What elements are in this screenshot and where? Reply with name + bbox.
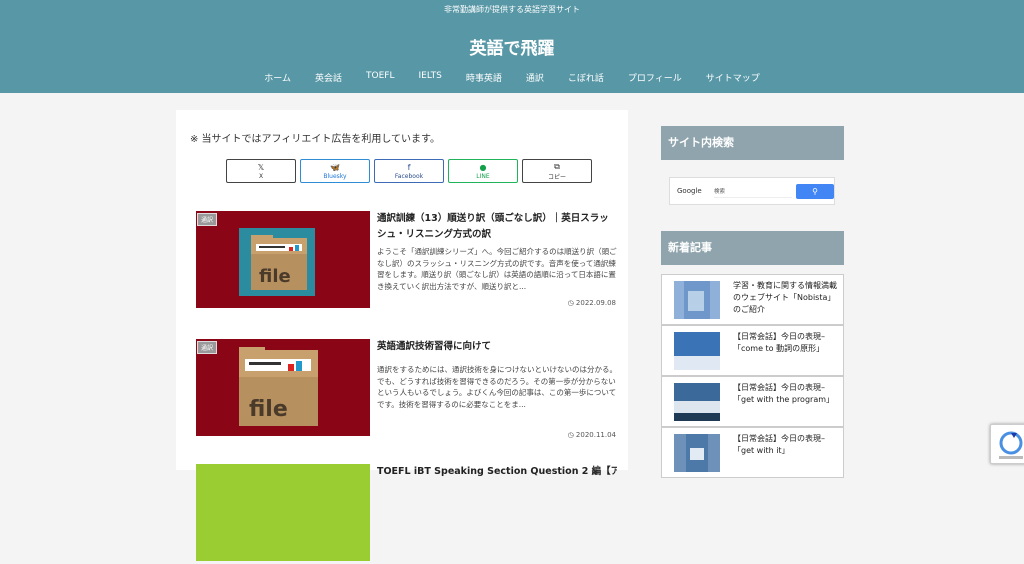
nav-item-interpreting[interactable]: 通訳 xyxy=(526,71,544,84)
recaptcha-icon xyxy=(999,431,1023,459)
article-thumbnail[interactable] xyxy=(196,464,370,561)
new-articles-heading: 新着記事 xyxy=(661,231,844,265)
google-logo: Google xyxy=(677,187,702,195)
thumb-word: file xyxy=(249,397,288,422)
search-widget-heading: サイト内検索 xyxy=(661,126,844,160)
share-facebook-button[interactable]: f Facebook xyxy=(374,159,444,183)
share-copy-button[interactable]: ⧉ コピー xyxy=(522,159,592,183)
main-content: ※ 当サイトではアフィリエイト広告を利用しています。 𝕏 X 🦋 Bluesky… xyxy=(176,110,628,561)
thumb-word: file xyxy=(259,266,291,287)
sky-photo-icon xyxy=(674,332,720,370)
article-title[interactable]: TOEFL iBT Speaking Section Question 2 編【… xyxy=(377,464,617,480)
nav-item-conversation[interactable]: 英会話 xyxy=(315,71,342,84)
new-article-thumbnail[interactable] xyxy=(674,281,720,319)
article-date: ◷ 2022.09.08 xyxy=(567,299,616,307)
share-label: コピー xyxy=(547,173,566,181)
nav-item-profile[interactable]: プロフィール xyxy=(628,71,682,84)
nav-item-ielts[interactable]: IELTS xyxy=(419,71,442,84)
search-icon: ⚲ xyxy=(812,187,818,196)
article-title[interactable]: 通訳訓練（13）順送り訳（頭ごなし訳）｜英日スラッシュ・リスニング方式の訳 xyxy=(377,211,617,243)
share-line-button[interactable]: ● LINE xyxy=(448,159,518,183)
article-thumbnail[interactable]: file 通訳 xyxy=(196,339,370,436)
share-bluesky-button[interactable]: 🦋 Bluesky xyxy=(300,159,370,183)
copy-icon: ⧉ xyxy=(554,161,560,171)
nav-item-home[interactable]: ホーム xyxy=(264,71,291,84)
new-article-title[interactable]: 学習・教育に関する情報満載のウェブサイト「Nobista」のご紹介 xyxy=(733,280,841,316)
article-date: ◷ 2020.11.04 xyxy=(567,431,616,439)
nav-item-toefl[interactable]: TOEFL xyxy=(366,71,394,84)
sky-photo-icon xyxy=(686,434,708,472)
share-x-button[interactable]: 𝕏 X xyxy=(226,159,296,183)
affiliate-notice: ※ 当サイトではアフィリエイト広告を利用しています。 xyxy=(190,134,441,145)
recaptcha-badge[interactable] xyxy=(990,424,1024,464)
folder-file-icon: file xyxy=(239,228,315,296)
date-text: 2020.11.04 xyxy=(575,431,616,439)
nav-item-current-english[interactable]: 時事英語 xyxy=(466,71,502,84)
sidebar: サイト内検索 Google 検索 ⚲ 新着記事 学習・教育に関する情報満載のウェ… xyxy=(661,126,844,478)
new-articles-widget: 新着記事 xyxy=(661,231,844,265)
nav-item-trivia[interactable]: こぼれ話 xyxy=(568,71,604,84)
x-icon: 𝕏 xyxy=(257,162,265,172)
new-article-item[interactable]: 【日常会話】今日の表現–「come to 動詞の原形」 xyxy=(661,325,844,376)
folder-file-icon: file xyxy=(239,347,318,426)
search-input[interactable]: 検索 xyxy=(714,186,792,198)
new-article-title[interactable]: 【日常会話】今日の表現–「get with the program」 xyxy=(733,382,841,406)
new-article-item[interactable]: 【日常会話】今日の表現–「get with it」 xyxy=(661,427,844,478)
new-article-item[interactable]: 学習・教育に関する情報満載のウェブサイト「Nobista」のご紹介 xyxy=(661,274,844,325)
date-text: 2022.09.08 xyxy=(575,299,616,307)
article-excerpt: 通訳をするためには、通訳技術を身につけないといけないのは分かる。でも、どうすれば… xyxy=(377,365,617,409)
new-article-thumbnail[interactable] xyxy=(674,434,720,472)
article-title[interactable]: 英語通訳技術習得に向けて xyxy=(377,339,617,355)
share-label: LINE xyxy=(476,172,490,180)
share-label: Facebook xyxy=(394,172,424,180)
site-header: 非常勤講師が提供する英語学習サイト 英語で飛躍 ホーム 英会話 TOEFL IE… xyxy=(0,0,1024,93)
sky-photo-icon xyxy=(674,401,720,421)
site-title[interactable]: 英語で飛躍 xyxy=(0,34,1024,59)
sky-photo-icon xyxy=(684,281,710,319)
bluesky-icon: 🦋 xyxy=(330,162,340,172)
new-article-thumbnail[interactable] xyxy=(674,383,720,421)
category-badge[interactable]: 通訳 xyxy=(197,213,218,226)
site-tagline: 非常勤講師が提供する英語学習サイト xyxy=(444,5,580,14)
new-article-thumbnail[interactable] xyxy=(674,332,720,370)
new-article-title[interactable]: 【日常会話】今日の表現–「get with it」 xyxy=(733,433,841,457)
share-buttons: 𝕏 X 🦋 Bluesky f Facebook ● LINE ⧉ コピー xyxy=(226,159,592,183)
site-search-box: Google 検索 ⚲ xyxy=(669,177,835,205)
facebook-icon: f xyxy=(407,162,411,172)
line-icon: ● xyxy=(479,162,487,172)
article-excerpt: ようこそ「通訳訓練シリーズ」へ。今回ご紹介するのは順送り訳（頭ごなし訳）のスラッ… xyxy=(377,247,617,291)
article-card[interactable]: file 通訳 英語通訳技術習得に向けて 通訳をするためには、通訳技術を身につけ… xyxy=(196,339,617,439)
new-article-title[interactable]: 【日常会話】今日の表現–「come to 動詞の原形」 xyxy=(733,331,841,355)
share-label: Bluesky xyxy=(323,172,347,180)
article-card[interactable]: file 通訳 通訳訓練（13）順送り訳（頭ごなし訳）｜英日スラッシュ・リスニン… xyxy=(196,211,617,311)
category-badge[interactable]: 通訳 xyxy=(197,341,218,354)
article-thumbnail[interactable]: file 通訳 xyxy=(196,211,370,308)
search-button[interactable]: ⚲ xyxy=(796,184,834,199)
new-article-item[interactable]: 【日常会話】今日の表現–「get with the program」 xyxy=(661,376,844,427)
article-card[interactable]: TOEFL iBT Speaking Section Question 2 編【… xyxy=(196,464,617,564)
nav-item-sitemap[interactable]: サイトマップ xyxy=(706,71,760,84)
main-nav: ホーム 英会話 TOEFL IELTS 時事英語 通訳 こぼれ話 プロフィール … xyxy=(0,71,1024,84)
share-label: X xyxy=(258,172,264,180)
